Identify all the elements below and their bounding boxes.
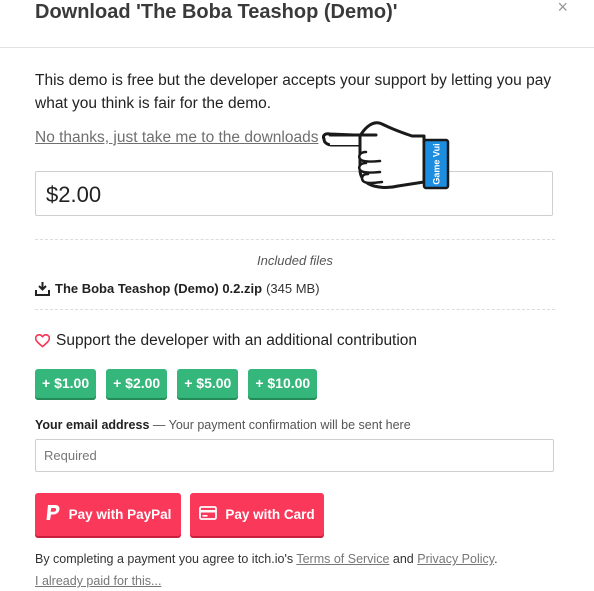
support-row: Support the developer with an additional…	[35, 332, 417, 350]
file-name: The Boba Teashop (Demo) 0.2.zip	[55, 281, 263, 296]
tip-button-10[interactable]: + $10.00	[248, 369, 318, 398]
legal-suffix: .	[494, 552, 498, 566]
no-thanks-link[interactable]: No thanks, just take me to the downloads	[35, 129, 318, 147]
pay-with-card-button[interactable]: Pay with Card	[190, 493, 324, 536]
price-input[interactable]: $2.00	[35, 171, 553, 216]
divider-top	[35, 239, 555, 240]
support-text: Support the developer with an additional…	[56, 332, 418, 349]
legal-text: By completing a payment you agree to itc…	[35, 552, 498, 566]
heart-icon	[35, 334, 50, 348]
file-size: (345 MB)	[266, 281, 320, 296]
tip-button-5[interactable]: + $5.00	[177, 369, 239, 398]
included-files-heading: Included files	[257, 253, 333, 268]
watermark-badge-text: Game Vui	[431, 143, 441, 184]
email-label-hint: — Your payment confirmation will be sent…	[149, 418, 411, 432]
email-label-strong: Your email address	[35, 418, 150, 432]
already-paid-link[interactable]: I already paid for this...	[35, 574, 161, 588]
legal-and: and	[389, 552, 418, 566]
paypal-icon	[45, 504, 61, 525]
modal-header: Download 'The Boba Teashop (Demo)' ×	[0, 0, 594, 48]
tip-buttons: + $1.00 + $2.00 + $5.00 + $10.00	[35, 369, 318, 398]
legal-prefix: By completing a payment you agree to itc…	[35, 552, 297, 566]
privacy-policy-link[interactable]: Privacy Policy	[417, 552, 494, 566]
divider-bottom	[35, 309, 555, 310]
tip-button-2[interactable]: + $2.00	[106, 369, 168, 398]
terms-of-service-link[interactable]: Terms of Service	[296, 552, 389, 566]
pointing-hand-watermark: Game Vui	[320, 118, 454, 199]
credit-card-icon	[199, 506, 218, 523]
email-field[interactable]	[35, 439, 554, 472]
email-label: Your email address — Your payment confir…	[35, 418, 411, 432]
tip-button-1[interactable]: + $1.00	[35, 369, 97, 398]
card-label: Pay with Card	[225, 507, 315, 522]
intro-text: This demo is free but the developer acce…	[35, 72, 552, 112]
paypal-label: Pay with PayPal	[68, 507, 172, 522]
close-button[interactable]: ×	[557, 0, 568, 18]
download-icon	[35, 281, 50, 296]
pay-with-paypal-button[interactable]: Pay with PayPal	[35, 493, 181, 536]
pointing-hand-icon: Game Vui	[322, 121, 450, 190]
modal-title: Download 'The Boba Teashop (Demo)'	[35, 1, 398, 23]
file-row[interactable]: The Boba Teashop (Demo) 0.2.zip (345 MB)	[35, 281, 320, 296]
